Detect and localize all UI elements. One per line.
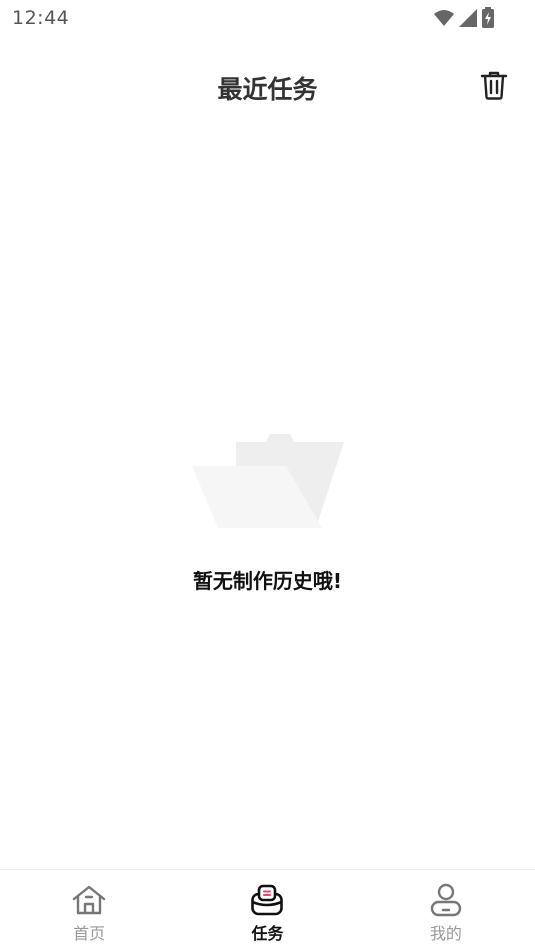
delete-history-button[interactable] xyxy=(475,68,513,106)
profile-icon xyxy=(428,882,464,918)
nav-item-task[interactable]: 任务 xyxy=(178,870,356,951)
page-title: 最近任务 xyxy=(217,75,318,104)
nav-item-home[interactable]: 首页 xyxy=(0,870,178,951)
status-bar: 12:44 xyxy=(0,0,535,38)
nav-item-profile[interactable]: 我的 xyxy=(357,870,535,951)
trash-icon xyxy=(480,70,508,104)
battery-charging-icon xyxy=(481,7,495,29)
wifi-icon xyxy=(433,8,455,28)
status-time: 12:44 xyxy=(12,7,70,29)
status-icons xyxy=(433,7,495,29)
task-icon xyxy=(249,882,285,918)
folder-icon xyxy=(190,428,346,534)
empty-message: 暂无制作历史哦! xyxy=(192,569,343,593)
nav-label-home: 首页 xyxy=(73,924,106,943)
nav-label-task: 任务 xyxy=(251,924,284,943)
cellular-signal-icon xyxy=(458,8,478,28)
nav-label-profile: 我的 xyxy=(429,924,462,943)
home-icon xyxy=(71,882,107,918)
header: 最近任务 xyxy=(0,56,535,116)
bottom-nav: 首页 任务 我的 xyxy=(0,869,535,951)
screen: 12:44 最近任务 暂无制作历史哦! 首页 任务 我的 xyxy=(0,0,535,951)
